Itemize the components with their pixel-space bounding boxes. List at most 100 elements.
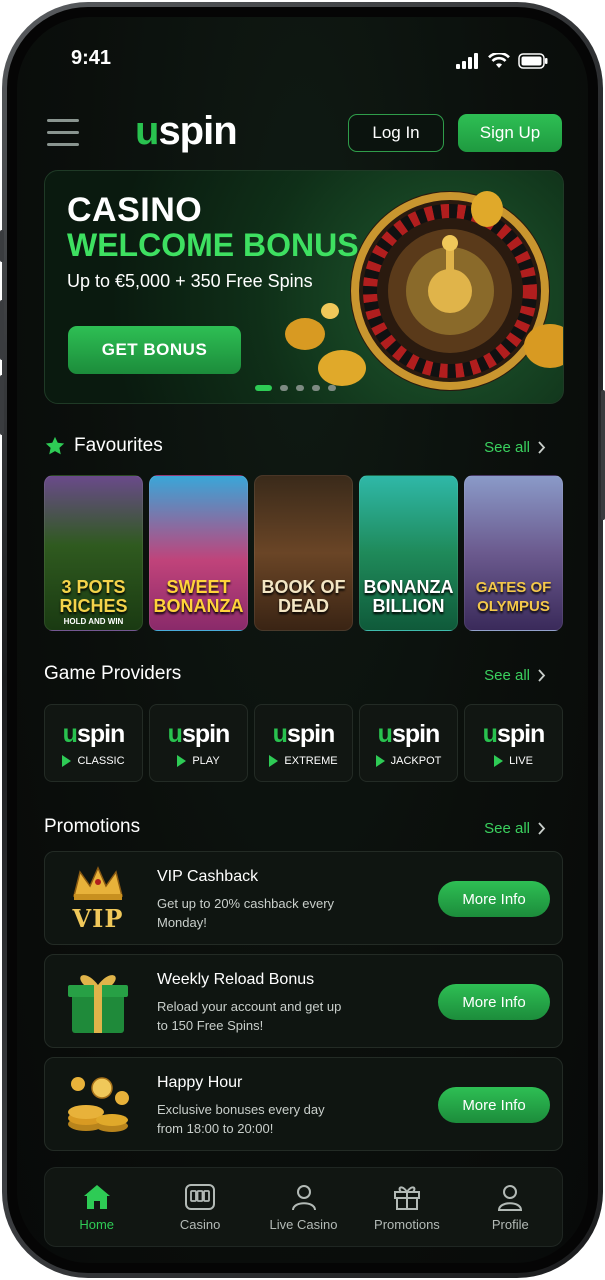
nav-label: Live Casino: [269, 1216, 338, 1232]
provider-tag: CLASSIC: [62, 754, 125, 767]
login-button[interactable]: Log In: [348, 114, 444, 152]
phone-volume-up-button: [0, 300, 4, 360]
more-info-button[interactable]: More Info: [438, 1087, 550, 1123]
provider-card[interactable]: uspin LIVE: [464, 704, 563, 782]
promo-desc: Get up to 20% cashback every Monday!: [157, 896, 335, 930]
gift-icon: [393, 1185, 420, 1210]
profile-icon: [498, 1184, 523, 1211]
promo-card-vip-cashback[interactable]: VIP VIP Cashback Get up to 20% cashback …: [44, 851, 563, 945]
game-tile[interactable]: 3 POTS RICHES HOLD AND WIN: [44, 475, 143, 631]
provider-logo: uspin: [272, 719, 336, 748]
play-icon: [62, 754, 72, 767]
game-tile[interactable]: BONANZA BILLION: [359, 475, 458, 631]
phone-volume-down-button: [0, 375, 4, 435]
nav-live-casino[interactable]: Live Casino: [252, 1168, 355, 1246]
promo-title: Weekly Reload Bonus: [157, 971, 315, 988]
home-icon: [83, 1184, 110, 1209]
promo-card-happy-hour[interactable]: Happy Hour Exclusive bonuses every day f…: [44, 1057, 563, 1151]
get-bonus-button[interactable]: GET BONUS: [68, 326, 241, 374]
battery-icon: [518, 53, 548, 69]
welcome-bonus-banner[interactable]: CASINO WELCOME BONUS Up to €5,000 + 350 …: [44, 170, 564, 404]
providers-list: uspin CLASSIC uspin PLAY uspin EXTREME u…: [44, 704, 563, 782]
provider-logo: uspin: [167, 719, 231, 748]
carousel-dot-1[interactable]: [255, 385, 272, 391]
status-time: 9:41: [71, 47, 112, 69]
nav-label: Casino: [179, 1216, 221, 1232]
nav-casino[interactable]: Casino: [148, 1168, 251, 1246]
phone-frame: 9:41 u spin Log In Sign Up CASINO WELCOM…: [2, 2, 603, 1278]
vip-text: VIP: [72, 904, 124, 933]
game-title: SWEET BONANZA: [153, 577, 244, 616]
provider-card[interactable]: uspin JACKPOT: [359, 704, 458, 782]
slot-machine-icon: [185, 1183, 216, 1210]
promo-title: Happy Hour: [157, 1074, 243, 1091]
chevron-right-icon: [538, 441, 546, 454]
play-icon: [494, 754, 504, 767]
game-title: GATES OF OLYMPUS: [475, 579, 552, 615]
promo-desc: Reload your account and get up to 150 Fr…: [157, 999, 342, 1033]
bottom-navigation: Home Casino Live Casino Promotions Profi…: [44, 1167, 563, 1247]
promotions-see-all[interactable]: See all: [484, 820, 546, 837]
carousel-dot-3[interactable]: [296, 385, 304, 391]
logo-rest: spin: [158, 109, 237, 153]
status-icons: [456, 53, 548, 69]
gold-coins-icon: [53, 1066, 143, 1144]
app-screen: 9:41 u spin Log In Sign Up CASINO WELCOM…: [17, 17, 588, 1263]
provider-logo: uspin: [377, 719, 441, 748]
game-tile[interactable]: SWEET BONANZA: [149, 475, 248, 631]
nav-home[interactable]: Home: [45, 1168, 148, 1246]
provider-logo: uspin: [482, 719, 546, 748]
providers-title: Game Providers: [44, 663, 182, 684]
game-tile[interactable]: GATES OF OLYMPUS: [464, 475, 563, 631]
game-title: BOOK OF DEAD: [261, 577, 346, 616]
nav-profile[interactable]: Profile: [459, 1168, 562, 1246]
promotions-title: Promotions: [44, 816, 141, 837]
favourites-see-all[interactable]: See all: [484, 439, 546, 456]
game-subtitle: HOLD AND WIN: [63, 617, 124, 626]
promotions-see-all-label: See all: [484, 820, 530, 837]
menu-icon[interactable]: [47, 119, 79, 147]
gift-box-icon: [53, 963, 143, 1041]
nav-promotions[interactable]: Promotions: [355, 1168, 458, 1246]
brand-logo[interactable]: u spin: [135, 109, 238, 154]
game-title: 3 POTS RICHES: [59, 577, 128, 616]
provider-tag: EXTREME: [269, 754, 338, 767]
more-info-button[interactable]: More Info: [438, 984, 550, 1020]
more-info-button[interactable]: More Info: [438, 881, 550, 917]
signal-icon: [456, 53, 478, 69]
carousel-dot-2[interactable]: [280, 385, 288, 391]
chevron-right-icon: [538, 822, 546, 835]
phone-power-button: [601, 390, 605, 520]
favourites-title: Favourites: [74, 435, 163, 456]
hero-title-line2: WELCOME BONUS: [67, 227, 359, 263]
person-icon: [291, 1184, 316, 1210]
provider-card[interactable]: uspin EXTREME: [254, 704, 353, 782]
hero-subtitle: Up to €5,000 + 350 Free Spins: [67, 271, 313, 291]
carousel-dots: [255, 385, 336, 391]
hero-title-line1: CASINO: [67, 191, 203, 229]
promo-desc: Exclusive bonuses every day from 18:00 t…: [157, 1102, 325, 1136]
providers-see-all-label: See all: [484, 667, 530, 684]
carousel-dot-5[interactable]: [328, 385, 336, 391]
promo-card-weekly-reload[interactable]: Weekly Reload Bonus Reload your account …: [44, 954, 563, 1048]
provider-card[interactable]: uspin CLASSIC: [44, 704, 143, 782]
wifi-icon: [488, 53, 510, 68]
providers-see-all[interactable]: See all: [484, 667, 546, 684]
star-icon: [45, 436, 65, 455]
promo-title: VIP Cashback: [157, 868, 259, 885]
play-icon: [269, 754, 279, 767]
provider-logo: uspin: [62, 719, 126, 748]
status-bar: 9:41: [17, 47, 588, 77]
game-title: BONANZA BILLION: [363, 577, 454, 616]
carousel-dot-4[interactable]: [312, 385, 320, 391]
provider-card[interactable]: uspin PLAY: [149, 704, 248, 782]
app-header: u spin Log In Sign Up: [17, 105, 588, 165]
favourites-header: Favourites: [44, 435, 163, 457]
play-icon: [375, 754, 385, 767]
provider-tag: PLAY: [177, 754, 220, 767]
nav-label: Profile: [491, 1216, 529, 1232]
play-icon: [177, 754, 187, 767]
signup-button[interactable]: Sign Up: [458, 114, 562, 152]
game-tile[interactable]: BOOK OF DEAD: [254, 475, 353, 631]
crown-vip-icon: VIP: [53, 860, 143, 938]
